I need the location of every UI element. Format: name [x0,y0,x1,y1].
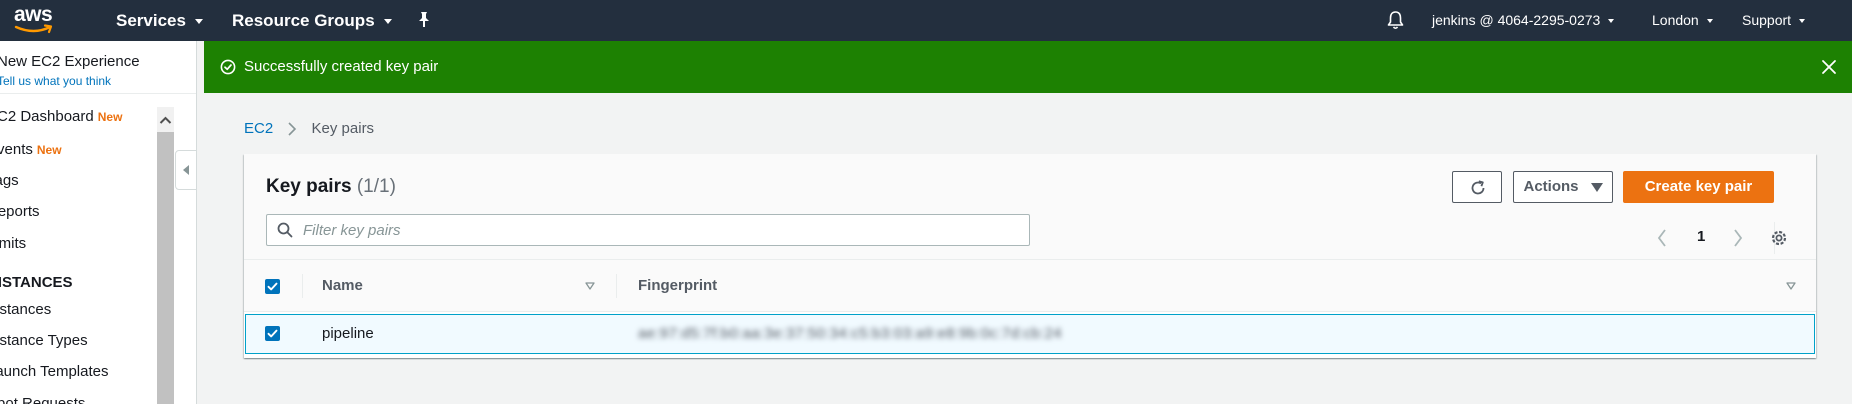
table-row[interactable]: pipeline ae:97:d5:7f:b0:aa:3e:37:50:34:c… [245,314,1815,354]
sidebar-item-label: Events [0,141,33,158]
sidebar-item-label: Limits [0,235,27,252]
actions-label: Actions [1523,178,1579,195]
chevron-down-icon [1799,19,1806,24]
chevron-right-icon [288,122,297,136]
sidebar-item-label: Reports [0,203,40,220]
page-number[interactable]: 1 [1697,228,1705,245]
chevron-down-icon [194,19,203,25]
breadcrumb-current: Key pairs [311,120,375,137]
panel-count: (1/1) [356,176,396,197]
sidebar-item-label: Tags [0,172,19,189]
sidebar-item-label: Launch Templates [0,363,109,380]
success-check-icon [220,59,236,75]
column-separator [302,274,303,298]
column-separator [616,274,617,298]
sidebar-item-ec2-dashboard[interactable]: EC2 DashboardNew [0,108,122,125]
panel-header: Key pairs (1/1) Actions Create key pair … [244,154,1816,260]
breadcrumb: EC2 Key pairs [244,120,374,137]
search-icon [277,222,293,238]
key-pair-fingerprint: ae:97:d5:7f:b0:aa:3e:37:50:34:c5:b3:03:a… [638,325,1062,342]
key-pairs-table-panel: Key pairs (1/1) Actions Create key pair … [244,154,1816,358]
sort-icon[interactable] [585,281,595,291]
feedback-link[interactable]: Tell us what you think [0,74,111,88]
sort-icon[interactable] [1786,281,1796,291]
sidebar-scrollbar[interactable] [157,107,174,404]
sidebar-item-launch-templates[interactable]: Launch Templates [0,363,108,380]
sidebar-item-tags[interactable]: Tags [0,172,19,189]
success-flashbar: Successfully created key pair [204,41,1852,93]
panel-title: Key pairs (1/1) [266,176,396,198]
caret-left-icon [183,165,189,175]
region-menu[interactable]: London [1652,0,1713,41]
sidebar-item-reports[interactable]: Reports [0,203,40,220]
close-icon[interactable] [1821,59,1837,75]
table-header-row: Name Fingerprint [244,260,1816,312]
chevron-down-icon [1608,19,1615,24]
sidebar-item-instance-types[interactable]: Instance Types [0,332,88,349]
caret-down-icon [1590,182,1603,192]
filter-search-box [266,214,1030,246]
column-header-name[interactable]: Name [322,260,363,312]
breadcrumb-ec2-link[interactable]: EC2 [244,120,273,137]
top-navigation-bar: aws Services Resource Groups jenkins @ 4… [0,0,1852,41]
select-all-checkbox[interactable] [265,279,280,294]
sidebar-collapse-button[interactable] [175,150,197,190]
check-icon [267,329,278,338]
resource-groups-label: Resource Groups [232,11,375,30]
sidebar-item-spot-requests[interactable]: Spot Requests [0,395,85,404]
row-checkbox[interactable] [265,326,280,341]
new-experience-label: New EC2 Experience [0,53,140,70]
next-page-icon[interactable] [1733,229,1743,247]
sidebar-item-label: Spot Requests [0,395,86,404]
sidebar-item-instances[interactable]: Instances [0,301,51,318]
previous-page-icon[interactable] [1657,229,1667,247]
support-label: Support [1742,12,1792,28]
chevron-down-icon [383,19,392,25]
bell-icon[interactable] [1386,10,1405,30]
new-badge: New [97,110,123,124]
sidebar-item-label: Instance Types [0,332,88,349]
gear-icon[interactable] [1770,229,1788,247]
services-menu[interactable]: Services [116,0,203,41]
region-label: London [1652,12,1699,28]
sidebar-item-events[interactable]: EventsNew [0,141,62,158]
filter-input[interactable] [303,215,1023,245]
chevron-up-icon [159,116,172,124]
aws-smile-icon [14,24,53,34]
aws-logo[interactable]: aws [14,4,58,36]
aws-logo-text: aws [14,3,53,26]
refresh-icon [1471,180,1485,195]
new-badge: New [36,143,62,157]
sidebar-item-label: EC2 Dashboard [0,108,94,125]
services-label: Services [116,11,186,30]
chevron-down-icon [1706,19,1713,24]
sidebar-divider [0,93,196,94]
sidebar-section-instances: INSTANCES [0,274,73,291]
pin-icon[interactable] [416,11,432,31]
check-icon [267,282,278,291]
account-menu[interactable]: jenkins @ 4064-2295-0273 [1432,0,1615,41]
actions-button[interactable]: Actions [1513,171,1613,203]
sidebar: New EC2 Experience Tell us what you thin… [0,41,197,404]
resource-groups-menu[interactable]: Resource Groups [232,0,392,41]
account-label: jenkins @ 4064-2295-0273 [1432,12,1601,28]
refresh-button[interactable] [1452,171,1502,203]
scroll-up-button[interactable] [157,107,174,132]
panel-title-text: Key pairs [266,176,352,197]
sidebar-item-label: Instances [0,301,52,318]
create-key-pair-button[interactable]: Create key pair [1623,171,1774,203]
key-pair-name: pipeline [322,325,374,342]
support-menu[interactable]: Support [1742,0,1806,41]
sidebar-item-limits[interactable]: Limits [0,235,26,252]
column-header-fingerprint[interactable]: Fingerprint [638,260,717,312]
flash-message: Successfully created key pair [244,58,439,75]
